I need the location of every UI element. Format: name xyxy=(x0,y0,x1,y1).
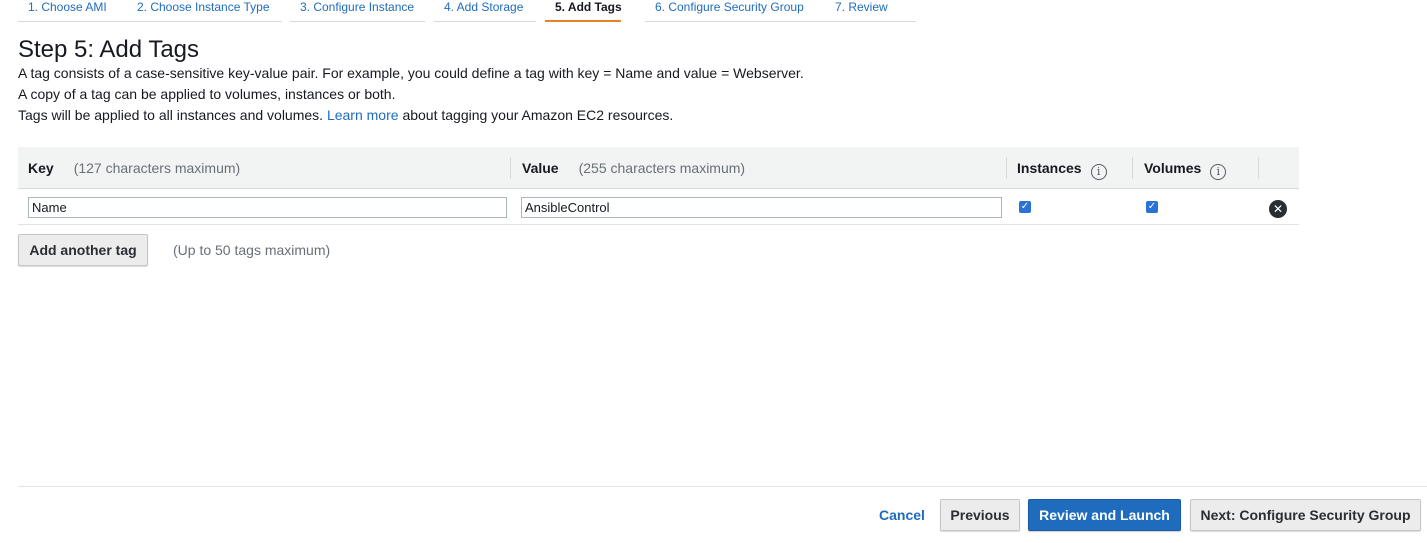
tab-review[interactable]: 7. Review xyxy=(825,0,916,22)
tag-key-input[interactable] xyxy=(28,197,507,218)
tags-table: Key (127 characters maximum) Value (255 ch… xyxy=(18,147,1299,225)
instances-header-label: Instances xyxy=(1017,160,1082,176)
tab-configure-security-group[interactable]: 6. Configure Security Group xyxy=(645,0,828,22)
description-line-3-start: Tags will be applied to all instances an… xyxy=(18,107,324,123)
column-divider xyxy=(510,157,511,179)
info-icon[interactable]: i xyxy=(1210,164,1227,180)
instances-column-header: Instances i xyxy=(1017,147,1107,189)
tags-table-header: Key (127 characters maximum) Value (255 ch… xyxy=(18,147,1299,189)
key-header-hint: (127 characters maximum) xyxy=(73,160,241,176)
page-title: Step 5: Add Tags xyxy=(18,36,200,63)
learn-more-link[interactable]: Learn more xyxy=(327,107,399,123)
tab-add-tags[interactable]: 5. Add Tags xyxy=(545,0,622,22)
value-column-header: Value (255 characters maximum) xyxy=(522,147,745,189)
description-line-1: A tag consists of a case-sensitive key-v… xyxy=(18,65,804,81)
column-divider xyxy=(1258,157,1259,179)
tab-add-storage[interactable]: 4. Add Storage xyxy=(434,0,536,22)
table-row: ✓ ✓ ✕ xyxy=(18,189,1299,225)
tab-choose-instance-type[interactable]: 2. Choose Instance Type xyxy=(127,0,282,22)
value-header-hint: (255 characters maximum) xyxy=(578,160,746,176)
review-and-launch-button[interactable]: Review and Launch xyxy=(1028,499,1181,531)
tab-configure-instance[interactable]: 3. Configure Instance xyxy=(290,0,425,22)
description-line-3-end: about tagging your Amazon EC2 resources. xyxy=(402,107,674,123)
key-column-header: Key (127 characters maximum) xyxy=(28,147,240,189)
volumes-checkbox[interactable]: ✓ xyxy=(1146,201,1158,213)
column-divider xyxy=(1132,157,1133,179)
check-icon: ✓ xyxy=(1020,201,1030,212)
info-icon[interactable]: i xyxy=(1090,164,1107,180)
instances-checkbox[interactable]: ✓ xyxy=(1019,201,1031,213)
next-configure-security-group-button[interactable]: Next: Configure Security Group xyxy=(1190,499,1421,531)
footer-divider xyxy=(18,486,1427,487)
column-divider xyxy=(1006,157,1007,179)
description-line-2: A copy of a tag can be applied to volume… xyxy=(18,86,396,102)
previous-button[interactable]: Previous xyxy=(940,499,1020,531)
volumes-column-header: Volumes i xyxy=(1144,147,1227,189)
cancel-button[interactable]: Cancel xyxy=(879,507,925,523)
check-icon: ✓ xyxy=(1147,201,1157,212)
description-line-3: Tags will be applied to all instances an… xyxy=(18,107,673,124)
value-header-label: Value xyxy=(522,160,559,176)
add-another-tag-button[interactable]: Add another tag xyxy=(18,234,148,266)
tag-value-input[interactable] xyxy=(521,197,1002,218)
key-header-label: Key xyxy=(28,160,54,176)
volumes-header-label: Volumes xyxy=(1144,160,1202,176)
tab-choose-ami[interactable]: 1. Choose AMI xyxy=(18,0,129,22)
tag-limit-hint: (Up to 50 tags maximum) xyxy=(173,242,331,258)
remove-icon[interactable]: ✕ xyxy=(1269,200,1287,218)
